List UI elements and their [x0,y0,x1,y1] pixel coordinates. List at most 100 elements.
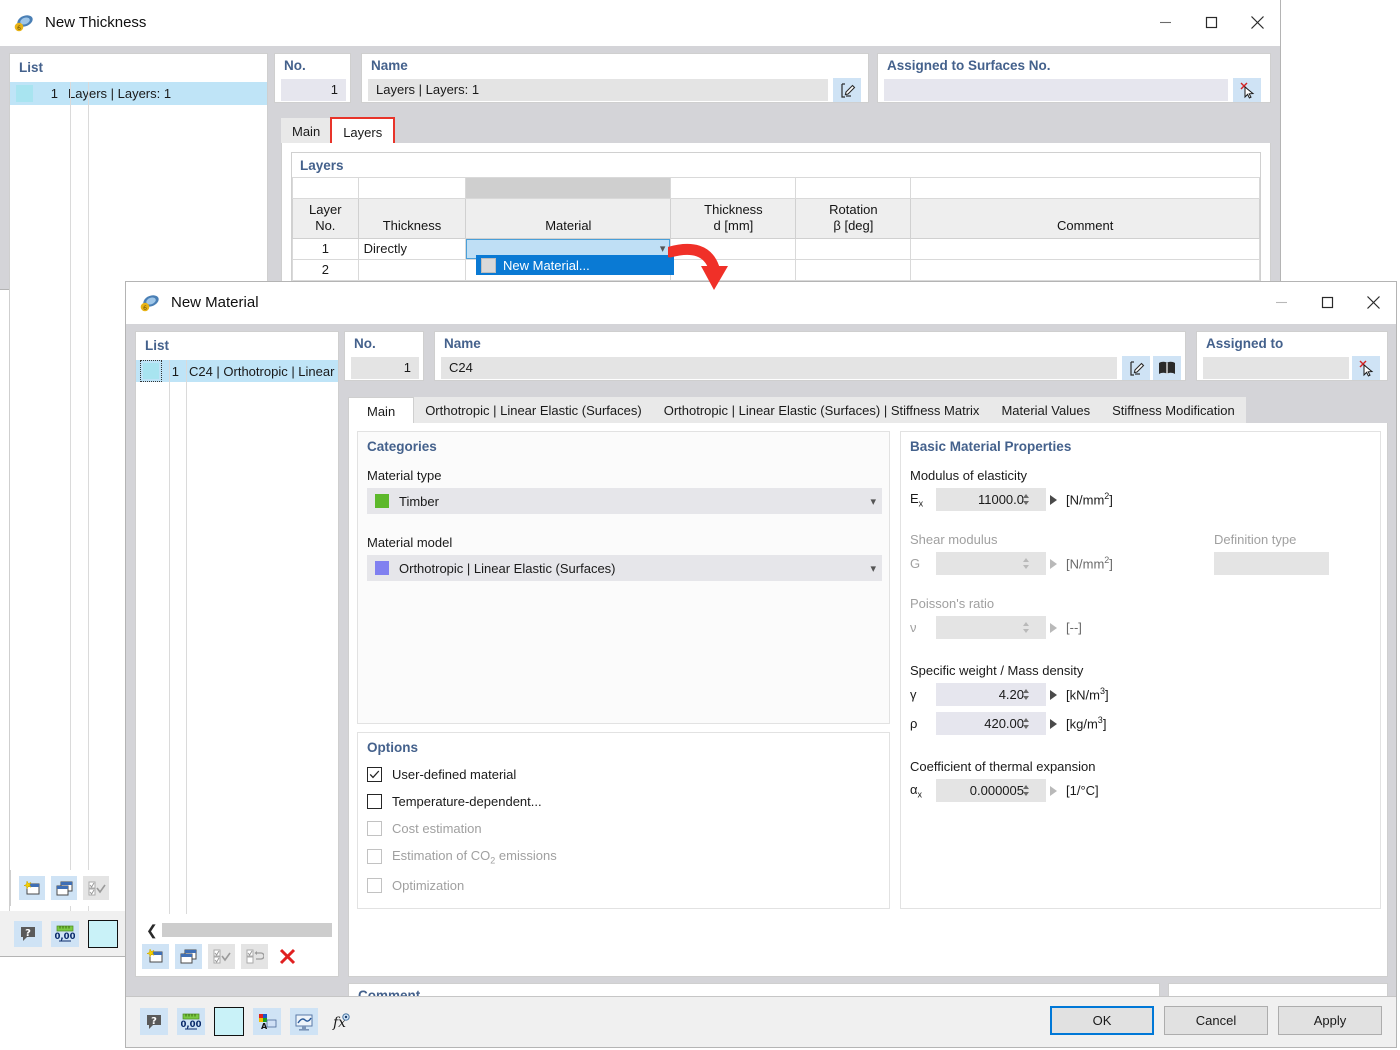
delete-icon[interactable] [274,944,301,969]
material-dropdown-list[interactable]: New Material... [476,255,674,275]
col-thickness-d[interactable]: Thickness d [mm] [670,198,797,239]
rho-more-icon[interactable] [1050,718,1057,729]
material-model-combobox[interactable]: Orthotropic | Linear Elastic (Surfaces) … [367,555,882,581]
checkbox-checked-icon [367,767,382,782]
units-icon[interactable]: 0,00 [177,1008,205,1035]
thickness-name-input[interactable]: Layers | Layers: 1 [368,79,828,101]
edit-icon[interactable] [833,78,861,102]
material-no-input[interactable]: 1 [351,357,419,379]
library-icon[interactable] [1153,356,1181,380]
thermal-row: αx 0.000005 [1/°C] [910,779,1371,802]
poisson-row: ν [--] [910,616,1371,639]
color-swatch-icon[interactable] [88,919,118,948]
maximize-icon[interactable] [1304,282,1350,323]
minimize-icon[interactable] [1258,282,1304,323]
option-cost-estimation: Cost estimation [367,821,880,836]
copy-icon[interactable] [51,876,77,900]
list-item[interactable]: 1 Layers | Layers: 1 [10,82,267,105]
ok-button[interactable]: OK [1050,1006,1154,1035]
info-icon[interactable]: ? [140,1008,168,1035]
edit-icon[interactable] [1122,356,1150,380]
thickness-no-input[interactable]: 1 [281,79,346,101]
color-swatch-icon [136,360,165,382]
tab-main[interactable]: Main [348,397,415,424]
list-item-number: 1 [50,86,58,101]
cell-comment[interactable] [910,258,1260,281]
chevron-down-icon: ▾ [870,495,876,508]
basic-material-properties-box: Basic Material Properties Modulus of ela… [900,431,1381,909]
formula-icon[interactable]: fx [327,1008,355,1035]
display-icon[interactable] [290,1008,318,1035]
material-tab-panel: Categories Material type Timber ▾ Materi… [348,423,1388,977]
cell-rotation[interactable] [795,237,912,260]
option-temperature-dependent[interactable]: Temperature-dependent... [367,794,880,809]
close-icon[interactable] [1350,282,1396,323]
chevron-left-icon[interactable]: ❮ [142,922,162,939]
col-comment[interactable]: Comment [910,198,1260,239]
material-type-combobox[interactable]: Timber ▾ [367,488,882,514]
copy-icon[interactable] [175,943,202,969]
cell-comment[interactable] [910,237,1260,260]
table-row[interactable]: 1 Directly ▾ [292,237,1260,260]
col-layer-no-line1: Layer [309,202,342,217]
cell-thickness-d[interactable] [670,258,797,281]
list-item-label: C24 | Orthotropic | Linear : [188,363,339,379]
material-dialog-buttons: OK Cancel Apply [1050,1006,1382,1035]
col-material[interactable]: Material [465,198,672,239]
maximize-icon[interactable] [1188,0,1234,45]
tab-main[interactable]: Main [281,118,332,145]
thermal-symbol: αx [910,781,923,800]
material-assigned-input[interactable] [1203,357,1349,379]
thickness-title: New Thickness [45,14,147,31]
modulus-more-icon[interactable] [1050,494,1057,505]
option-user-defined-material[interactable]: User-defined material [367,767,880,782]
gamma-more-icon[interactable] [1050,689,1057,700]
info-icon[interactable]: ? [14,920,42,947]
tab-layers[interactable]: Layers [330,117,396,146]
col-thickness-kind[interactable]: Thickness [357,198,467,239]
thickness-list-label: List [19,60,44,75]
material-name-label: Name [444,336,481,351]
cell-rotation[interactable] [795,258,912,281]
material-title: New Material [171,294,259,311]
units-icon[interactable]: 0,00 [51,920,79,947]
apply-button[interactable]: Apply [1278,1006,1382,1035]
thickness-assigned-input[interactable] [884,79,1228,101]
col-material-line: Material [545,218,592,234]
scroll-thumb[interactable] [161,923,332,937]
modulus-unit: [N/mm2] [1066,491,1113,508]
modulus-unit-sup: 2 [1104,491,1110,502]
cancel-button[interactable]: Cancel [1164,1006,1268,1035]
checkbox-icon [367,877,382,893]
cell-thickness-kind[interactable]: Directly [357,237,467,260]
material-name-input[interactable]: C24 [441,357,1117,379]
list-horizontal-scrollbar[interactable]: ❮ [142,922,332,938]
list-item[interactable]: 1 C24 | Orthotropic | Linear : [136,360,338,382]
layers-group-label: Layers [300,158,344,173]
tab-stiffness-modification[interactable]: Stiffness Modification [1101,397,1246,424]
render-icon[interactable]: A [253,1008,281,1035]
cell-thickness-d[interactable] [670,237,797,260]
checkbox-icon [367,794,382,809]
thickness-assigned-label: Assigned to Surfaces No. [887,58,1051,73]
material-titlebar: 6 New Material [126,282,1396,324]
option-label: Optimization [392,877,465,893]
tab-orthotropic-linear-elastic[interactable]: Orthotropic | Linear Elastic (Surfaces) [414,397,653,424]
col-layer-no[interactable]: Layer No. [292,198,359,239]
material-assigned-label: Assigned to [1206,336,1284,351]
new-icon[interactable] [19,876,45,900]
new-icon[interactable] [142,943,169,969]
pick-cursor-icon[interactable] [1352,356,1380,380]
table-row[interactable]: 2 [292,258,1260,281]
color-swatch-icon[interactable] [214,1007,244,1036]
tab-orthotropic-stiffness-matrix[interactable]: Orthotropic | Linear Elastic (Surfaces) … [652,397,991,424]
col-layer-no-line2: No. [315,218,336,234]
close-icon[interactable] [1234,0,1280,45]
app-icon: 6 [14,13,34,33]
minimize-icon[interactable] [1142,0,1188,45]
col-rotation[interactable]: Rotation β [deg] [795,198,912,239]
cell-thickness-kind[interactable] [357,258,467,281]
pick-cursor-icon[interactable] [1233,78,1261,102]
thermal-symbol-sub: x [917,789,923,800]
tab-material-values[interactable]: Material Values [990,397,1102,424]
